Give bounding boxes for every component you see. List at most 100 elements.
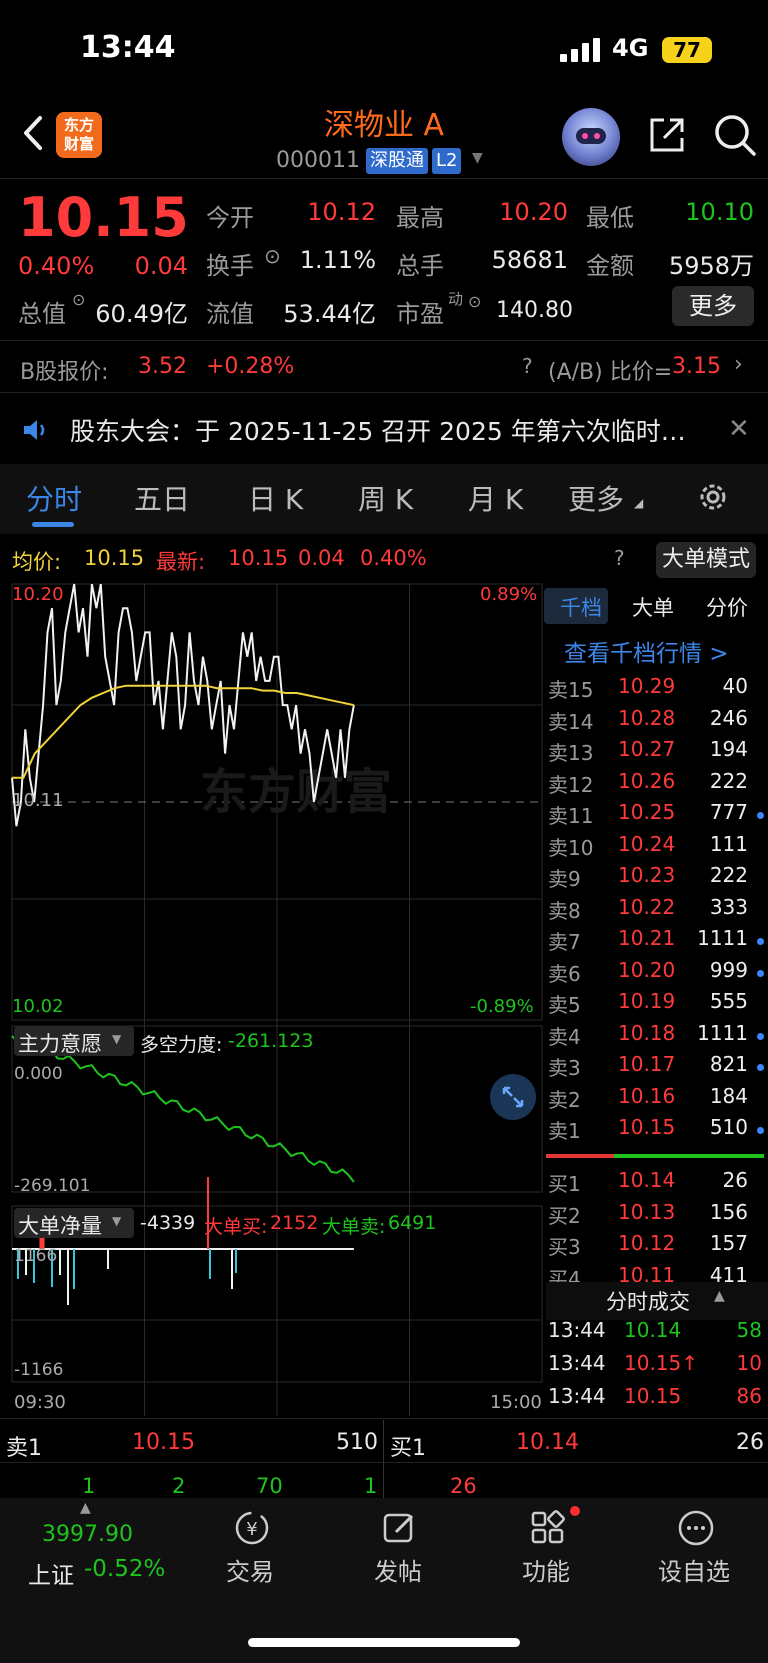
sell-price: 10.17 xyxy=(618,1052,676,1076)
sell-price: 10.18 xyxy=(618,1020,676,1045)
expand-icon[interactable] xyxy=(490,1074,536,1120)
order-book-sell-row[interactable]: 卖14 10.28 246 xyxy=(546,706,768,737)
order-book-sell-row[interactable]: 卖2 10.16 184 xyxy=(546,1084,768,1115)
more-button[interactable]: 更多 xyxy=(672,286,754,326)
tick-row: 13:44 10.15 86 xyxy=(546,1384,768,1415)
big-buy-label: 大单买: xyxy=(204,1216,268,1238)
notice-text[interactable]: 股东大会：于 2025-11-25 召开 2025 年第六次临时… xyxy=(70,412,686,448)
tick-row: 13:44 10.14 58 xyxy=(546,1318,768,1349)
index-name[interactable]: 上证 xyxy=(28,1556,74,1590)
info-icon[interactable]: ⊙ xyxy=(264,244,281,268)
view-qiandang-link[interactable]: 查看千档行情 > xyxy=(564,634,729,668)
pe-value: 140.80 xyxy=(496,298,573,323)
order-book-buy-row[interactable]: 买3 10.12 157 xyxy=(546,1231,768,1262)
index-percent[interactable]: -0.52% xyxy=(84,1556,165,1582)
search-icon[interactable] xyxy=(712,112,758,158)
order-book-sell-row[interactable]: 卖1 10.15 510 xyxy=(546,1115,768,1146)
order-book-sell-row[interactable]: 卖5 10.19 555 xyxy=(546,989,768,1020)
order-book-buy-row[interactable]: 买4 10.11 411 xyxy=(546,1263,768,1283)
amount-value: 5958万 xyxy=(668,252,754,280)
tab-price-distribution[interactable]: 分价 xyxy=(706,592,748,622)
chevron-down-icon[interactable]: ▼ xyxy=(112,1214,121,1228)
close-icon[interactable]: ✕ xyxy=(728,414,750,444)
chevron-down-icon[interactable]: ▼ xyxy=(112,1032,121,1046)
shenzhen-connect-badge: 深股通 xyxy=(366,148,428,174)
order-book-buy-row[interactable]: 买1 10.14 26 xyxy=(546,1168,768,1199)
order-book-sell-row[interactable]: 卖15 10.29 40 xyxy=(546,674,768,705)
order-book-buy-row[interactable]: 买2 10.13 156 xyxy=(546,1200,768,1231)
watermark: 东方财富 xyxy=(200,764,392,820)
order-book-sell-row[interactable]: 卖12 10.26 222 xyxy=(546,769,768,800)
queue-value: 26 xyxy=(450,1474,477,1498)
queue-value: 70 xyxy=(256,1474,283,1498)
tick-time: 13:44 xyxy=(548,1351,606,1375)
open-value: 10.12 xyxy=(307,198,376,226)
chevron-up-icon[interactable]: ▲ xyxy=(80,1500,91,1516)
nav-trade[interactable]: 交易 xyxy=(200,1552,300,1587)
intent-label[interactable]: 主力意愿 xyxy=(18,1028,102,1058)
info-icon[interactable]: ⊙ xyxy=(72,290,85,309)
help-icon[interactable]: ? xyxy=(522,354,533,378)
tab-monthly-k[interactable]: 月 K xyxy=(468,478,523,518)
order-book-sell-row[interactable]: 卖3 10.17 821 xyxy=(546,1052,768,1083)
buy-price: 10.13 xyxy=(618,1199,676,1224)
tab-daily-k[interactable]: 日 K xyxy=(248,478,303,518)
force-value: -261.123 xyxy=(228,1030,314,1052)
post-edit-icon[interactable] xyxy=(380,1508,420,1548)
tick-price: 10.15↑ xyxy=(624,1351,699,1375)
order-book-sell-row[interactable]: 卖9 10.23 222 xyxy=(546,863,768,894)
buy-price: 10.12 xyxy=(618,1231,676,1255)
settings-gear-icon[interactable] xyxy=(696,480,730,514)
chevron-down-icon[interactable]: ▼ xyxy=(472,150,483,166)
market-cap-label: 总值 xyxy=(18,300,66,328)
buy1-price: 10.14 xyxy=(516,1430,579,1455)
buy-price: 10.11 xyxy=(618,1262,676,1283)
order-book-sell-row[interactable]: 卖6 10.20 999 xyxy=(546,958,768,989)
sell-price: 10.16 xyxy=(618,1083,676,1108)
order-book-sell-row[interactable]: 卖7 10.21 1111 xyxy=(546,926,768,957)
sell-level: 卖1 xyxy=(548,1119,581,1143)
pe-label: 市盈 xyxy=(396,300,444,328)
tab-more-caret: ◢ xyxy=(634,496,644,510)
tab-qiandang[interactable]: 千档 xyxy=(560,592,602,622)
index-value[interactable]: 3997.90 xyxy=(42,1522,133,1547)
net-label[interactable]: 大单净量 xyxy=(18,1210,102,1240)
functions-grid-icon[interactable] xyxy=(528,1508,568,1548)
chevron-up-icon[interactable]: ▲ xyxy=(714,1288,725,1304)
chevron-right-icon[interactable]: › xyxy=(734,352,743,377)
intent-top: 0.000 xyxy=(14,1064,63,1084)
bid-ask-bar-red xyxy=(546,1154,614,1158)
order-book-sell-row[interactable]: 卖11 10.25 777 xyxy=(546,800,768,831)
b-share-price: 3.52 xyxy=(138,354,187,379)
high-value: 10.20 xyxy=(499,198,568,226)
big-sell-label: 大单卖: xyxy=(322,1216,386,1238)
nav-post[interactable]: 发帖 xyxy=(348,1552,448,1587)
tab-intraday[interactable]: 分时 xyxy=(26,478,82,518)
robot-assistant-icon[interactable] xyxy=(562,108,620,166)
nav-watchlist[interactable]: 设自选 xyxy=(644,1552,744,1587)
high-label: 最高 xyxy=(396,204,444,232)
info-icon[interactable]: ⊙ xyxy=(468,292,481,311)
ticks-title[interactable]: 分时成交 xyxy=(606,1286,690,1316)
nav-functions[interactable]: 功能 xyxy=(496,1552,596,1587)
order-book-sell-row[interactable]: 卖8 10.22 333 xyxy=(546,895,768,926)
tab-big-order[interactable]: 大单 xyxy=(632,592,674,622)
tab-more[interactable]: 更多 xyxy=(568,478,624,518)
low-value: 10.10 xyxy=(685,198,754,226)
tab-five-day[interactable]: 五日 xyxy=(134,478,190,518)
market-cap-value: 60.49亿 xyxy=(95,300,188,328)
trade-yen-icon[interactable]: ¥ xyxy=(232,1508,272,1548)
sell-volume: 184 xyxy=(709,1083,748,1108)
order-book-sell-row[interactable]: 卖13 10.27 194 xyxy=(546,737,768,768)
order-book-sell-row[interactable]: 卖4 10.18 1111 xyxy=(546,1021,768,1052)
time-end: 15:00 xyxy=(490,1392,542,1413)
tab-weekly-k[interactable]: 周 K xyxy=(358,478,413,518)
share-icon[interactable] xyxy=(646,114,688,156)
order-book-sell-row[interactable]: 卖10 10.24 111 xyxy=(546,832,768,863)
sell-price: 10.15 xyxy=(618,1115,676,1139)
sell-volume: 1111 xyxy=(697,1020,748,1045)
buy-volume: 411 xyxy=(709,1262,748,1283)
sell1-volume: 510 xyxy=(336,1430,378,1455)
volume-value: 58681 xyxy=(491,246,568,274)
more-dots-icon[interactable] xyxy=(676,1508,716,1548)
